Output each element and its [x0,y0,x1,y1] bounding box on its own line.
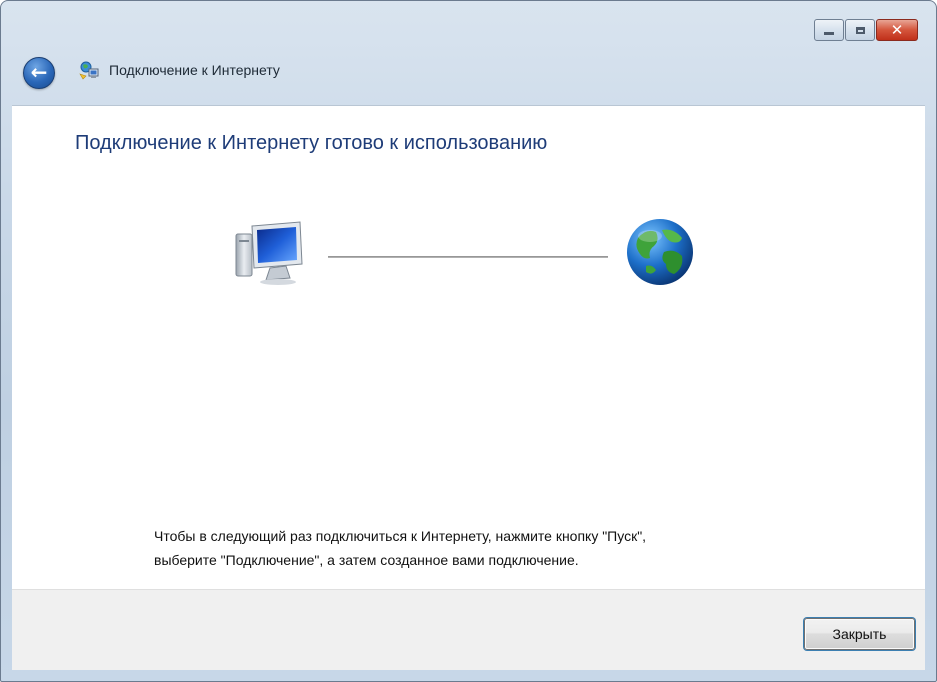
close-icon: ✕ [890,20,904,39]
connection-line [328,256,608,258]
instruction-text: Чтобы в следующий раз подключиться к Инт… [154,524,854,572]
network-wizard-icon [79,61,99,80]
wizard-window: ✕ ← Подключение к Интернету Подключение … [0,0,937,682]
back-button[interactable]: ← [23,57,55,89]
caption-buttons: ✕ [814,19,918,41]
wizard-content: Подключение к Интернету готово к использ… [12,105,925,590]
computer-icon [235,221,303,285]
close-button[interactable]: Закрыть [804,618,915,650]
page-heading: Подключение к Интернету готово к использ… [75,132,548,154]
maximize-icon [855,26,865,34]
wizard-footer: Закрыть [12,589,925,670]
minimize-button[interactable] [814,19,844,41]
minimize-icon [824,31,834,35]
window-title: Подключение к Интернету [109,62,280,78]
maximize-button[interactable] [845,19,875,41]
close-window-button[interactable]: ✕ [876,19,918,41]
back-arrow-icon: ← [30,60,48,84]
title-bar: ✕ ← Подключение к Интернету [1,1,936,105]
globe-icon [627,219,693,285]
instruction-line: Чтобы в следующий раз подключиться к Инт… [154,528,647,544]
instruction-line: выберите "Подключение", а затем созданно… [154,552,579,568]
